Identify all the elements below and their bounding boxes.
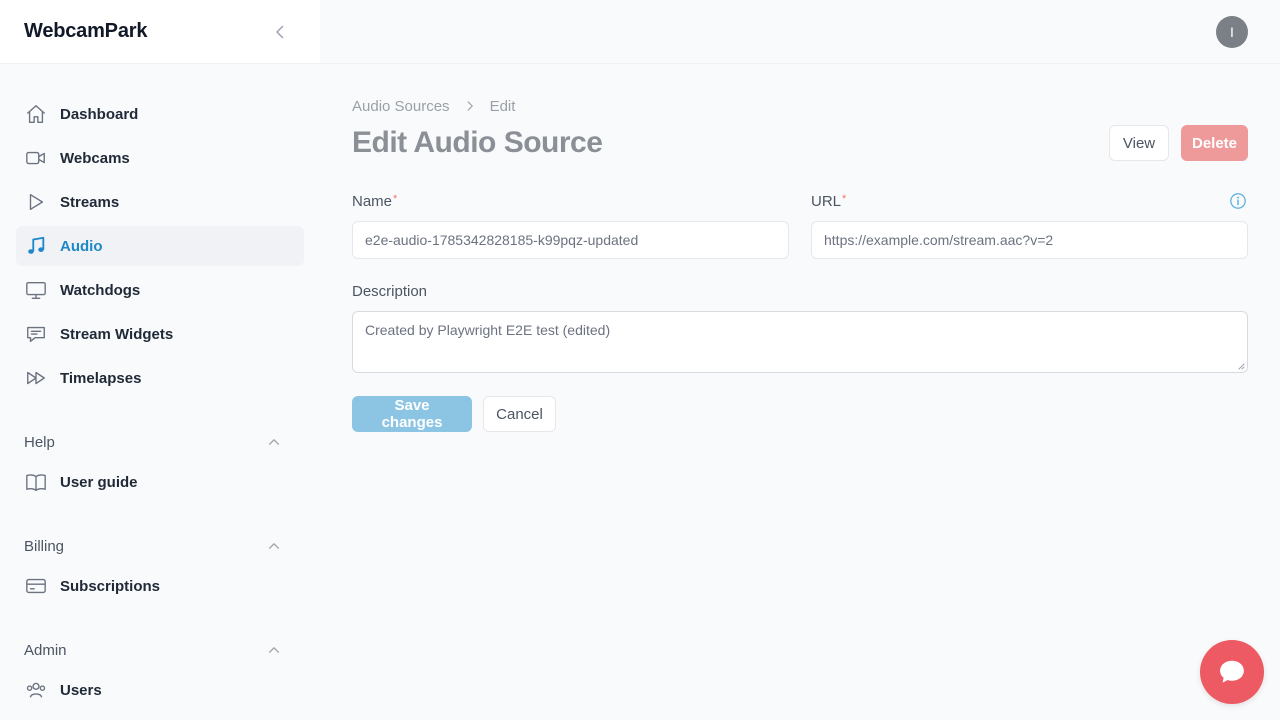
nav-label-timelapses: Timelapses	[60, 369, 142, 387]
description-value: Created by Playwright E2E test (edited)	[365, 322, 611, 338]
header-actions: View Delete	[1109, 125, 1248, 161]
chevron-left-icon	[276, 25, 284, 38]
url-label: URL*	[811, 193, 846, 210]
delete-button[interactable]: Delete	[1181, 125, 1248, 161]
nav-label-audio: Audio	[60, 237, 103, 255]
nav-label-stream-widgets: Stream Widgets	[60, 325, 174, 343]
nav-item-timelapses[interactable]: Timelapses	[16, 358, 304, 398]
section-toggle-admin[interactable]: Admin	[16, 630, 304, 670]
chevron-right-icon	[462, 98, 478, 114]
name-input[interactable]: e2e-audio-1785342828185-k99pqz-updated	[352, 221, 789, 259]
play-icon	[24, 190, 48, 214]
resize-handle-icon[interactable]	[1237, 362, 1245, 370]
breadcrumb-current: Edit	[489, 97, 516, 115]
nav-label-subscriptions: Subscriptions	[60, 577, 161, 595]
name-label-row: Name*	[352, 191, 789, 211]
top-bar: I	[320, 0, 1280, 64]
description-field-group: Description Created by Playwright E2E te…	[352, 283, 1248, 373]
name-label-text: Name	[352, 192, 393, 210]
required-mark: *	[393, 192, 398, 205]
section-title-billing: Billing	[24, 537, 65, 555]
nav-item-user-guide[interactable]: User guide	[16, 462, 304, 502]
nav-item-stream-widgets[interactable]: Stream Widgets	[16, 314, 304, 354]
fast-forward-icon	[24, 366, 48, 390]
form-row-name-url: Name* e2e-audio-1785342828185-k99pqz-upd…	[352, 191, 1248, 259]
view-button[interactable]: View	[1109, 125, 1169, 161]
credit-card-icon	[24, 574, 48, 598]
save-changes-button[interactable]: Save changes	[352, 396, 472, 432]
monitor-icon	[24, 278, 48, 302]
brand-bar: WebcamPark	[0, 0, 320, 64]
nav-item-audio[interactable]: Audio	[16, 226, 304, 266]
breadcrumb: Audio Sources Edit	[352, 97, 1248, 115]
brand-name[interactable]: WebcamPark	[24, 20, 147, 43]
required-mark: *	[842, 192, 847, 205]
url-input-value: https://example.com/stream.aac?v=2	[824, 232, 1054, 248]
nav-label-streams: Streams	[60, 193, 120, 211]
name-label: Name*	[352, 193, 397, 210]
chevron-up-icon	[264, 536, 284, 556]
chevron-up-icon	[264, 640, 284, 660]
title-row: Edit Audio Source View Delete	[352, 125, 1248, 161]
description-label: Description	[352, 283, 428, 300]
app-root: WebcamPark Dashboard Webcams Streams Aud…	[0, 0, 1280, 720]
page-title: Edit Audio Source	[352, 126, 603, 159]
video-camera-icon	[24, 146, 48, 170]
nav-item-users[interactable]: Users	[16, 670, 304, 710]
chat-widget-button[interactable]	[1200, 640, 1264, 704]
section-toggle-help[interactable]: Help	[16, 422, 304, 462]
chevron-up-icon	[264, 432, 284, 452]
section-toggle-billing[interactable]: Billing	[16, 526, 304, 566]
music-note-icon	[24, 234, 48, 258]
book-icon	[24, 470, 48, 494]
section-title-admin: Admin	[24, 641, 67, 659]
description-textarea[interactable]: Created by Playwright E2E test (edited)	[352, 311, 1248, 373]
form-actions: Save changes Cancel	[352, 396, 1248, 432]
main-content: Audio Sources Edit Edit Audio Source Vie…	[352, 64, 1248, 432]
nav-item-streams[interactable]: Streams	[16, 182, 304, 222]
breadcrumb-parent[interactable]: Audio Sources	[352, 98, 450, 115]
nav-item-webcams[interactable]: Webcams	[16, 138, 304, 178]
name-field-group: Name* e2e-audio-1785342828185-k99pqz-upd…	[352, 191, 789, 259]
nav-label-user-guide: User guide	[60, 473, 138, 491]
sidebar: WebcamPark Dashboard Webcams Streams Aud…	[0, 0, 320, 720]
nav-label-dashboard: Dashboard	[60, 105, 139, 123]
user-avatar[interactable]: I	[1216, 16, 1248, 48]
url-field-group: URL* https://example.com/stream.aac?v=2	[811, 191, 1248, 259]
info-icon[interactable]	[1228, 191, 1248, 211]
users-icon	[24, 678, 48, 702]
nav-item-dashboard[interactable]: Dashboard	[16, 94, 304, 134]
nav-label-users: Users	[60, 681, 102, 699]
home-icon	[24, 102, 48, 126]
url-label-text: URL	[811, 192, 842, 210]
chat-icon	[1220, 660, 1244, 683]
url-input[interactable]: https://example.com/stream.aac?v=2	[811, 221, 1248, 259]
chat-bubble-icon	[24, 322, 48, 346]
nav-item-subscriptions[interactable]: Subscriptions	[16, 566, 304, 606]
nav-label-webcams: Webcams	[60, 149, 130, 167]
nav-item-watchdogs[interactable]: Watchdogs	[16, 270, 304, 310]
collapse-sidebar-button[interactable]	[268, 20, 292, 44]
url-label-row: URL*	[811, 191, 1248, 211]
section-title-help: Help	[24, 433, 55, 451]
name-input-value: e2e-audio-1785342828185-k99pqz-updated	[365, 232, 639, 248]
nav-label-watchdogs: Watchdogs	[60, 281, 141, 299]
main-nav: Dashboard Webcams Streams Audio Watchdog…	[0, 64, 320, 710]
cancel-button[interactable]: Cancel	[483, 396, 556, 432]
